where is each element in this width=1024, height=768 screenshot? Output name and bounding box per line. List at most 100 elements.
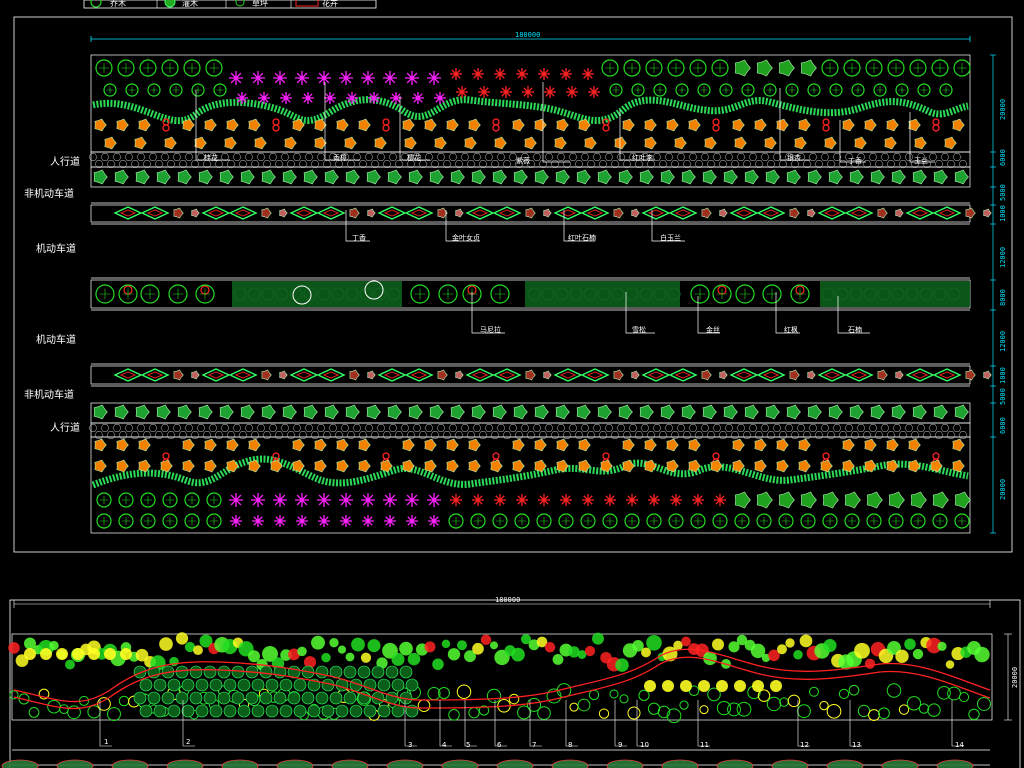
section-marker-7: 8 [568, 741, 573, 749]
section-tree [293, 678, 307, 692]
section-tree [231, 665, 245, 679]
section-foliage [552, 654, 564, 665]
section-yellow-shrub [72, 648, 84, 660]
section-tree [329, 691, 343, 705]
section-tree [315, 665, 329, 679]
section-yellow-shrub [770, 680, 782, 692]
flower-symbol [538, 494, 550, 506]
section-foliage [472, 642, 484, 655]
flower-symbol [230, 515, 242, 527]
callout-central-4: 石楠 [848, 326, 862, 334]
flower-symbol [588, 86, 600, 98]
flower-symbol [472, 494, 484, 506]
section-tree [259, 665, 273, 679]
section-tree [139, 678, 153, 692]
section-foliage [646, 635, 662, 651]
section-marker-5: 6 [497, 741, 502, 749]
plan-overall-dimension: 180000 [515, 31, 541, 39]
section-marker-10: 11 [700, 741, 709, 749]
flower-symbol [538, 68, 550, 80]
label-sidewalk-top: 人行道 [50, 157, 80, 168]
flower-symbol [405, 71, 419, 85]
flower-symbol [427, 71, 441, 85]
callout-top-5: 银杏 [787, 154, 801, 162]
section-tree [287, 691, 301, 705]
flower-symbol [252, 515, 264, 527]
flower-symbol [405, 493, 419, 507]
section-tree [209, 704, 223, 718]
section-tree [245, 691, 259, 705]
flower-symbol [560, 68, 572, 80]
flower-symbol [412, 92, 424, 104]
section-foliage [407, 652, 421, 666]
section-tree [147, 691, 161, 705]
dim-right-7: 1000 [999, 367, 1007, 384]
section-tree [251, 704, 265, 718]
section-foliage [175, 632, 189, 645]
flower-symbol [273, 71, 287, 85]
flower-symbol [251, 493, 265, 507]
section-yellow-shrub [716, 680, 728, 692]
dim-right-4: 12000 [999, 246, 1007, 268]
section-foliage [367, 639, 381, 653]
section-tree [153, 678, 167, 692]
callout-top-7: 玉兰 [914, 157, 928, 165]
section-foliage [65, 659, 75, 670]
section-foliage [511, 647, 525, 662]
section-tree [175, 665, 189, 679]
section-foliage [711, 638, 725, 651]
section-tree [391, 678, 405, 692]
section-foliage [457, 640, 467, 651]
section-marker-2: 3 [408, 741, 413, 749]
section-tree [391, 704, 405, 718]
flower-symbol [522, 86, 534, 98]
section-foliage [799, 634, 813, 648]
section-foliage [895, 649, 909, 664]
section-foliage [311, 635, 325, 650]
flower-symbol [560, 494, 572, 506]
section-tree [209, 678, 223, 692]
section-foliage [912, 648, 924, 660]
section-tree [371, 665, 385, 679]
flower-symbol [714, 494, 726, 506]
flower-symbol [383, 493, 397, 507]
flower-symbol [494, 68, 506, 80]
section-tree [139, 704, 153, 718]
section-foliage [337, 645, 347, 654]
legend-shrub-icon [164, 0, 176, 8]
section-marker-4: 5 [466, 741, 471, 749]
section-foliage [544, 642, 556, 653]
label-nonmotor-bottom: 非机动车道 [24, 390, 74, 401]
section-yellow-shrub [680, 680, 692, 692]
flower-symbol [229, 71, 243, 85]
section-foliage [584, 645, 596, 657]
legend-label-flowers: 花卉 [322, 0, 338, 8]
section-tree [265, 704, 279, 718]
label-motor-bottom: 机动车道 [36, 335, 76, 346]
callout-median-1: 金叶女贞 [452, 234, 480, 242]
callout-median-0: 丁香 [352, 234, 366, 242]
label-motor-top: 机动车道 [36, 244, 76, 255]
flower-symbol [626, 494, 638, 506]
section-foliage [345, 652, 355, 662]
section-foliage [480, 634, 492, 645]
section-tree [237, 704, 251, 718]
section-marker-8: 9 [618, 741, 623, 749]
flower-symbol [236, 92, 248, 104]
section-tree [321, 704, 335, 718]
section-marker-9: 10 [640, 741, 649, 749]
section-foliage [904, 638, 916, 650]
section-marker-11: 12 [800, 741, 809, 749]
section-foliage [391, 652, 405, 666]
section-tree [237, 678, 251, 692]
section-yellow-shrub [24, 648, 36, 660]
section-marker-6: 7 [532, 741, 537, 749]
dim-right-9: 6000 [999, 417, 1007, 434]
dim-right-3: 1000 [999, 205, 1007, 222]
flower-symbol [516, 68, 528, 80]
callout-central-3: 红枫 [784, 326, 798, 334]
section-tree [301, 691, 315, 705]
section-tree [133, 691, 147, 705]
section-tree [385, 665, 399, 679]
callout-top-2: 樱花 [407, 154, 421, 162]
